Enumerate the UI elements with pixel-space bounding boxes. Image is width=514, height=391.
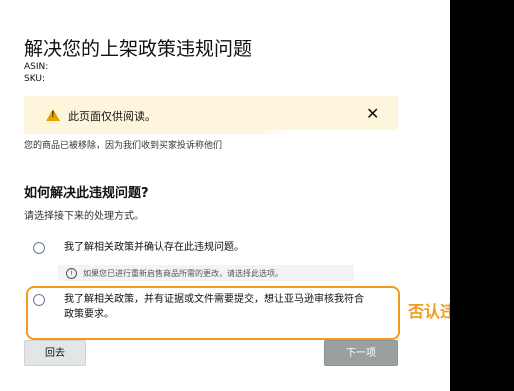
asin-label: ASIN: — [24, 62, 49, 72]
section-heading: 如何解决此违规问题? — [24, 186, 149, 201]
option-acknowledge-radio[interactable] — [33, 242, 45, 254]
next-button[interactable]: 下一项 — [324, 340, 398, 366]
option-note: i 如果您已进行重新启售商品所需的更改，请选择此选项。 — [66, 268, 283, 279]
option-appeal-label-line1: 我了解相关政策，并有证据或文件需要提交，想让亚马逊审核我符合 — [64, 294, 364, 305]
option-acknowledge-label[interactable]: 我了解相关政策并确认存在此违规问题。 — [64, 240, 244, 255]
close-icon[interactable]: ✕ — [366, 104, 379, 124]
text-fade-overlay — [258, 130, 408, 160]
read-only-alert: 此页面仅供阅读。 ✕ — [24, 96, 398, 134]
section-subheading: 请选择接下来的处理方式。 — [24, 211, 144, 222]
page-title: 解决您的上架政策违规问题 — [24, 38, 253, 60]
black-edge-strip — [450, 0, 514, 391]
option-appeal-label-line2: 政策要求。 — [64, 309, 114, 320]
warning-icon — [46, 109, 60, 121]
alert-text: 此页面仅供阅读。 — [68, 110, 156, 123]
sku-label: SKU: — [24, 74, 45, 84]
option-note-text: 如果您已进行重新启售商品所需的更改，请选择此选项。 — [83, 269, 283, 278]
option-appeal-label[interactable]: 我了解相关政策，并有证据或文件需要提交，想让亚马逊审核我符合 政策要求。 — [64, 292, 364, 322]
info-icon: i — [66, 268, 77, 279]
option-appeal-radio[interactable] — [33, 294, 45, 306]
removal-reason-text: 您的商品已被移除，因为我们收到买家投诉称他们 — [24, 141, 223, 151]
back-button[interactable]: 回去 — [24, 340, 86, 366]
